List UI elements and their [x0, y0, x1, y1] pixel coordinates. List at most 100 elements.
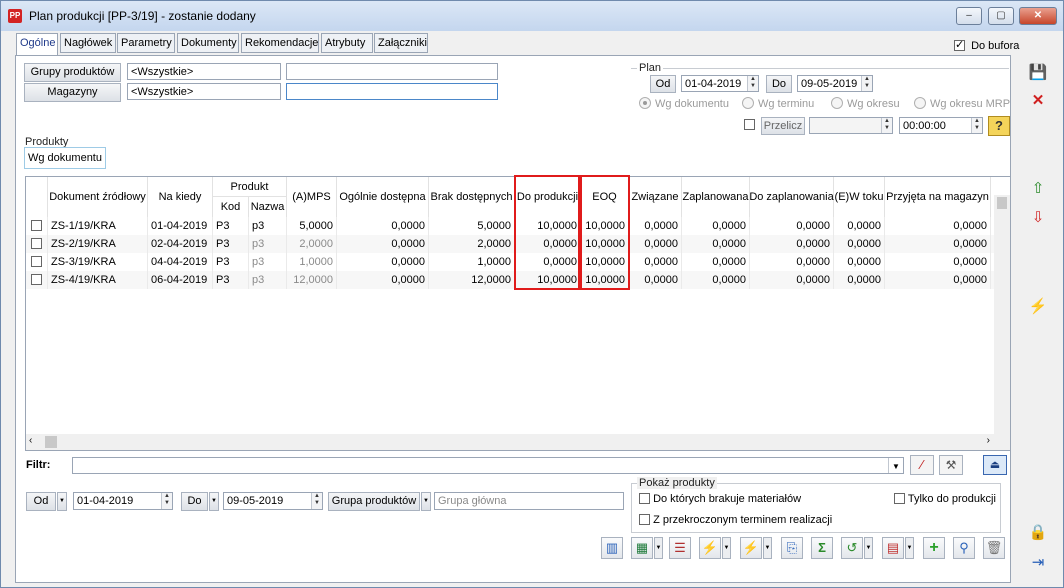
header-zaplanowana[interactable]: Zaplanowana — [682, 177, 750, 217]
list-color-icon[interactable]: ☰ — [669, 537, 691, 559]
chk-brakuje-materialow[interactable]: Do których brakuje materiałów — [639, 493, 801, 505]
tab-parametry[interactable]: Parametry — [117, 33, 175, 53]
undo-icon[interactable]: ↺ — [841, 537, 863, 559]
row-checkbox[interactable] — [26, 235, 48, 253]
time-field[interactable]: 00:00:00 ▲ ▼ — [899, 117, 983, 134]
header-a-mps[interactable]: (A)MPS — [287, 177, 337, 217]
hscroll-right-arrow[interactable]: › — [987, 435, 990, 446]
do-bufora-check[interactable] — [954, 38, 965, 51]
header-ogolnie-dostepna[interactable]: Ogólnie dostępna — [337, 177, 429, 217]
hscroll-thumb[interactable] — [45, 436, 57, 448]
chk-przekroczonym-terminem[interactable]: Z przekroczonym terminem realizacji — [639, 514, 832, 526]
tab-dokumenty[interactable]: Dokumenty — [177, 33, 239, 53]
tab-naglowek[interactable]: Nagłówek — [60, 33, 116, 53]
table-row[interactable]: ZS-2/19/KRA 02-04-2019 P3 p3 2,0000 0,0000 2,0… — [26, 235, 994, 253]
row-checkbox[interactable] — [26, 253, 48, 271]
radio-wg-dokumentu[interactable]: Wg dokumentu — [639, 97, 729, 110]
grupy-produktow-extra-field[interactable] — [286, 63, 498, 80]
przelicz-checkbox[interactable] — [744, 119, 755, 130]
bottom-do-button[interactable]: Do — [181, 492, 208, 511]
grid-export-icon[interactable]: ▦ — [631, 537, 653, 559]
minimize-button[interactable]: ‒ — [956, 7, 982, 25]
plan-od-button[interactable]: Od — [650, 75, 676, 93]
grupa-produktow-button[interactable]: Grupa produktów — [328, 492, 420, 511]
magazyny-field[interactable]: <Wszystkie> — [127, 83, 281, 100]
vertical-scrollbar[interactable]: ∨ — [994, 195, 1010, 450]
filtr-dropdown-icon[interactable]: ▼ — [888, 458, 903, 473]
row-checkbox[interactable] — [26, 271, 48, 289]
plan-do-spinner[interactable]: ▲ ▼ — [861, 76, 872, 91]
radio-wg-terminu[interactable]: Wg terminu — [742, 97, 814, 110]
undo-dropdown[interactable]: ▼ — [864, 537, 873, 559]
plan-do-button[interactable]: Do — [766, 75, 792, 93]
header-e-w-toku[interactable]: (E)W toku — [834, 177, 885, 217]
header-kod[interactable]: Kod — [213, 197, 249, 217]
przelicz-field[interactable]: ▲ ▼ — [809, 117, 893, 134]
export-icon[interactable]: ⏏ — [983, 455, 1007, 475]
chk-tylko-do-produkcji[interactable]: Tylko do produkcji — [894, 493, 996, 505]
bottom-do-date[interactable]: 09-05-2019 ▲ ▼ — [223, 492, 323, 510]
bottom-od-date[interactable]: 01-04-2019 ▲ ▼ — [73, 492, 173, 510]
grid-export-dropdown[interactable]: ▼ — [654, 537, 663, 559]
horizontal-scrollbar[interactable]: ‹ › — [26, 434, 1010, 450]
trash-icon[interactable]: 🗑 — [983, 537, 1005, 559]
document-import-icon[interactable]: ⎘ — [781, 537, 803, 559]
subtab-wg-dokumentu[interactable]: Wg dokumentu — [24, 147, 106, 169]
header-przyjeta-na-magazyn[interactable]: Przyjęta na magazyn — [885, 177, 991, 217]
vscroll-thumb[interactable] — [997, 197, 1007, 209]
bottom-do-spinner[interactable]: ▲ ▼ — [311, 493, 322, 509]
save-icon[interactable]: 💾 — [1026, 61, 1050, 85]
tab-rekomendacje[interactable]: Rekomendacje — [241, 33, 319, 53]
row-checkbox-box[interactable] — [31, 220, 42, 231]
row-checkbox-box[interactable] — [31, 238, 42, 249]
cancel-icon[interactable]: ✕ — [1026, 89, 1050, 113]
maximize-button[interactable]: ▢ — [988, 7, 1014, 25]
header-dokument-zrodlowy[interactable]: Dokument źródłowy — [48, 177, 148, 217]
help-question-icon[interactable]: ? — [988, 116, 1010, 136]
table-row[interactable]: ZS-3/19/KRA 04-04-2019 P3 p3 1,0000 0,0000 1,0… — [26, 253, 994, 271]
add-document-icon[interactable]: ⇧ — [1026, 177, 1050, 201]
header-zwiazane[interactable]: Związane — [629, 177, 682, 217]
filtr-input[interactable]: ▼ — [72, 457, 904, 474]
tab-zalaczniki[interactable]: Załączniki — [374, 33, 428, 53]
header-do-produkcji[interactable]: Do produkcji — [515, 177, 581, 217]
pin-icon[interactable]: ⇥ — [1026, 551, 1050, 575]
bottom-od-dropdown[interactable]: ▼ — [57, 492, 67, 511]
header-eoq[interactable]: EOQ — [581, 177, 629, 217]
header-nazwa[interactable]: Nazwa — [249, 197, 287, 217]
lightning-green-icon[interactable]: ⚡ — [740, 537, 762, 559]
przelicz-spinner[interactable]: ▲ ▼ — [881, 118, 892, 133]
table-row[interactable]: ZS-4/19/KRA 06-04-2019 P3 p3 12,0000 0,0000 12… — [26, 271, 994, 289]
document-edit-icon[interactable]: ▤ — [882, 537, 904, 559]
remove-document-icon[interactable]: ⇩ — [1026, 206, 1050, 230]
grupy-produktow-field[interactable]: <Wszystkie> — [127, 63, 281, 80]
grupa-produktow-field[interactable]: Grupa główna — [434, 492, 624, 510]
magazyny-extra-field[interactable] — [286, 83, 498, 100]
bottom-do-dropdown[interactable]: ▼ — [209, 492, 219, 511]
bottom-od-spinner[interactable]: ▲ ▼ — [161, 493, 172, 509]
grupy-produktow-button[interactable]: Grupy produktów — [24, 63, 121, 82]
search-icon[interactable]: ⚲ — [953, 537, 975, 559]
do-bufora-checkbox[interactable]: Do bufora — [954, 38, 1019, 52]
add-icon[interactable]: + — [923, 537, 945, 559]
row-checkbox-box[interactable] — [31, 256, 42, 267]
close-button[interactable]: ✕ — [1019, 7, 1057, 25]
time-spinner[interactable]: ▲ ▼ — [971, 118, 982, 133]
header-brak-dostepnych[interactable]: Brak dostępnych — [429, 177, 515, 217]
header-do-zaplanowania[interactable]: Do zaplanowania — [749, 177, 834, 217]
radio-wg-okresu-mrp[interactable]: Wg okresu MRP — [914, 97, 1010, 110]
hscroll-left-arrow[interactable]: ‹ — [29, 435, 32, 446]
document-edit-dropdown[interactable]: ▼ — [905, 537, 914, 559]
tab-atrybuty[interactable]: Atrybuty — [321, 33, 373, 53]
header-na-kiedy[interactable]: Na kiedy — [148, 177, 213, 217]
lightning-orange-icon[interactable]: ⚡ — [699, 537, 721, 559]
tab-ogolne[interactable]: Ogólne — [16, 33, 58, 56]
plan-od-spinner[interactable]: ▲ ▼ — [747, 76, 758, 91]
sum-icon[interactable]: Σ — [811, 537, 833, 559]
filter-tool-icon[interactable]: ⚒ — [939, 455, 963, 475]
magazyny-button[interactable]: Magazyny — [24, 83, 121, 102]
plan-do-date[interactable]: 09-05-2019 ▲ ▼ — [797, 75, 873, 92]
grupa-produktow-dropdown[interactable]: ▼ — [421, 492, 431, 511]
chart-icon[interactable]: ▥ — [601, 537, 623, 559]
radio-wg-okresu[interactable]: Wg okresu — [831, 97, 900, 110]
